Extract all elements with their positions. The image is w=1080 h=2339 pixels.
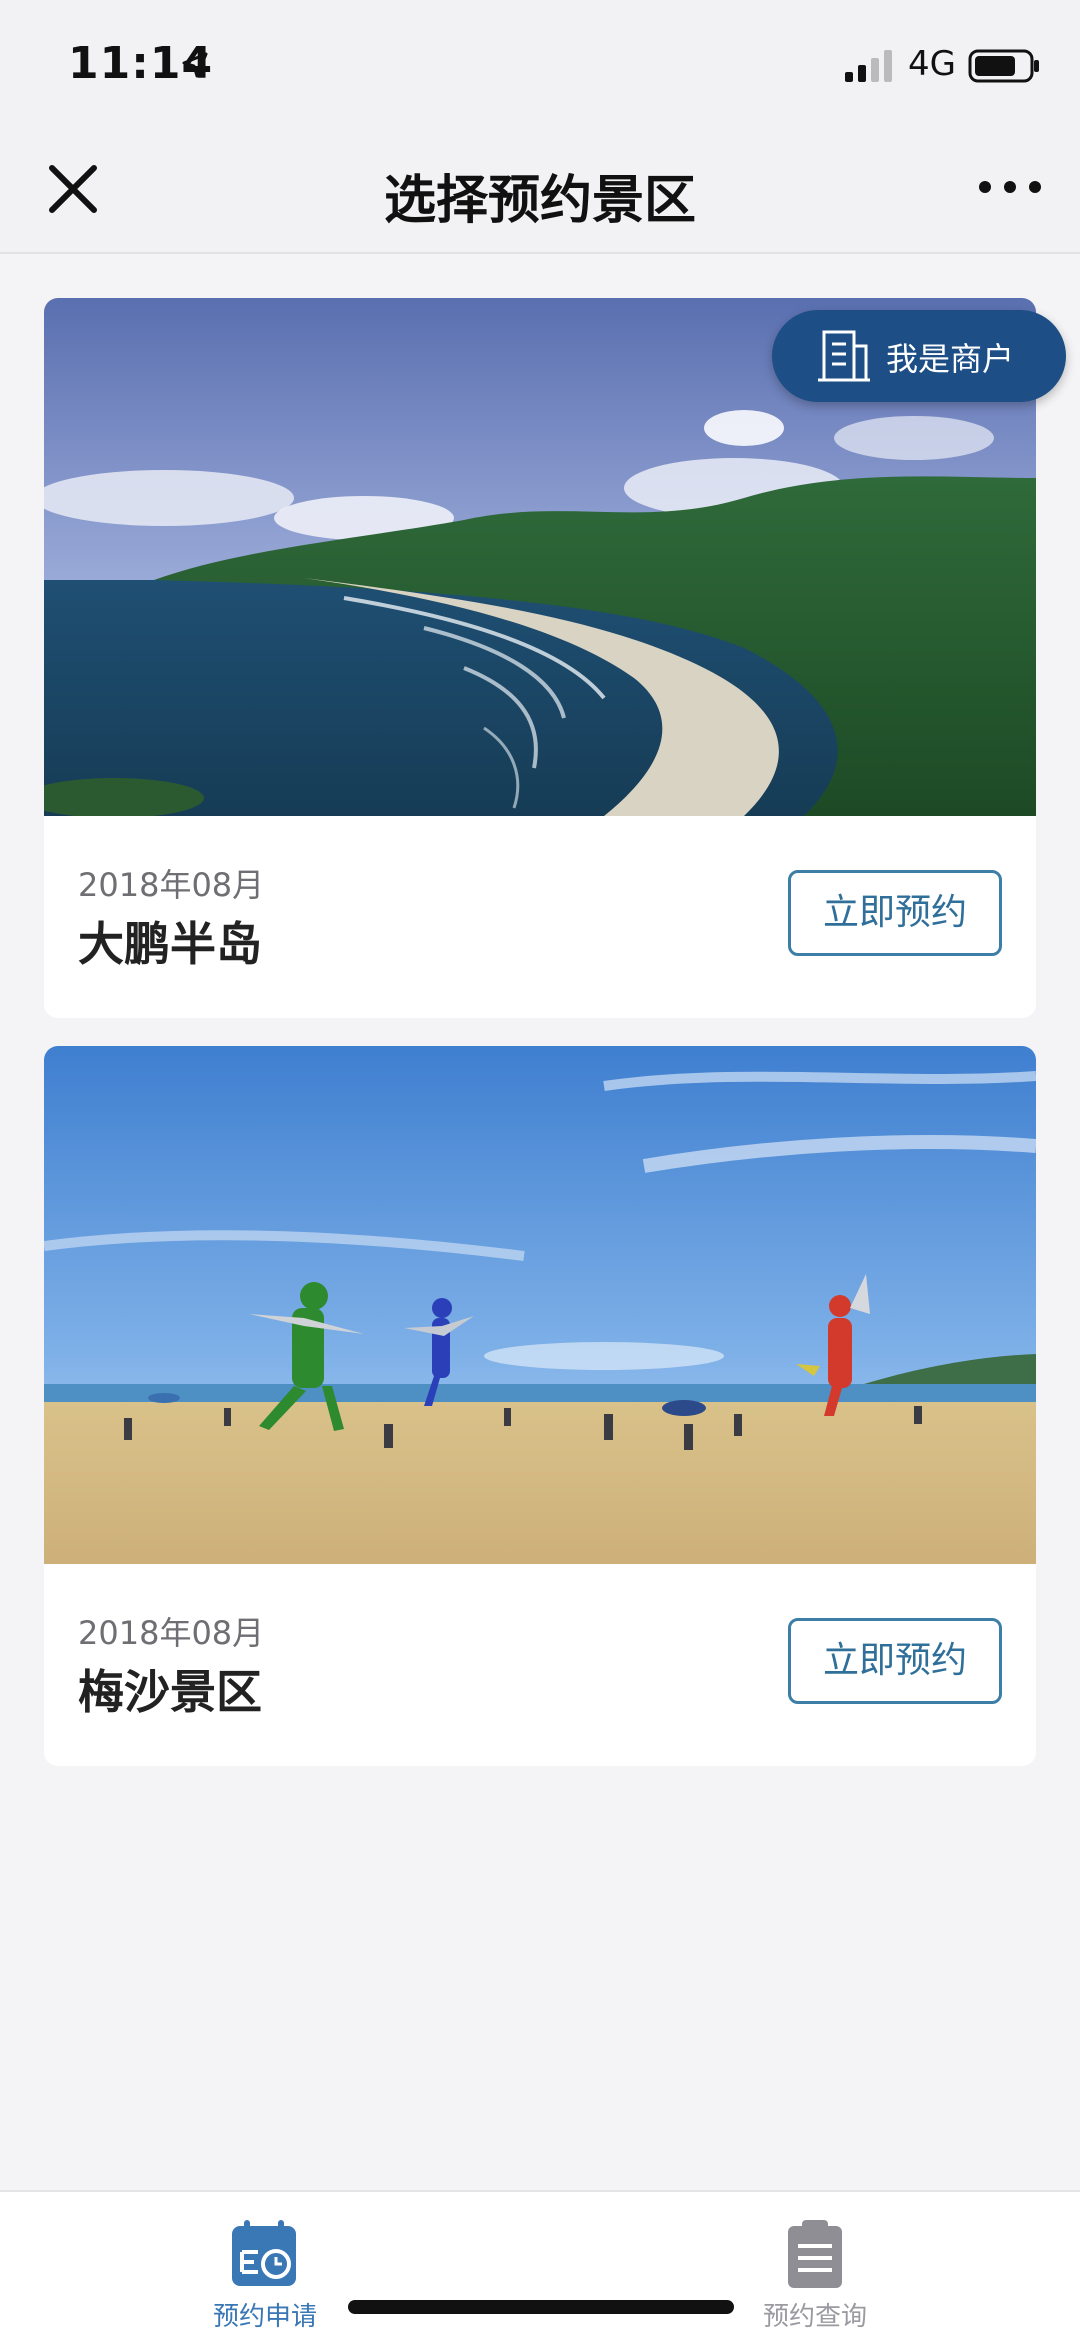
clipboard-icon xyxy=(788,2220,842,2288)
beach-sculptures-photo xyxy=(44,1046,1036,1564)
battery-icon xyxy=(968,49,1039,83)
reserve-button[interactable]: 立即预约 xyxy=(788,870,1002,956)
reserve-button[interactable]: 立即预约 xyxy=(788,1618,1002,1704)
status-bar: 11:14 4G xyxy=(0,0,1080,130)
scenic-spot-card[interactable]: 2018年08月 梅沙景区 立即预约 xyxy=(44,1046,1036,1766)
card-date: 2018年08月 xyxy=(78,866,265,904)
card-name: 梅沙景区 xyxy=(78,1665,262,1719)
page-title: 选择预约景区 xyxy=(383,171,696,231)
tab-reservation-apply[interactable]: 预约申请 xyxy=(145,2218,385,2338)
nav-bar: 选择预约景区 xyxy=(0,130,1080,254)
merchant-label: 我是商户 xyxy=(886,340,1015,378)
merchant-button[interactable]: 我是商户 xyxy=(772,310,1066,402)
tab-reservation-query[interactable]: 预约查询 xyxy=(695,2218,935,2338)
scenic-spot-card[interactable]: 2018年08月 大鹏半岛 立即预约 xyxy=(44,298,1036,1018)
card-date: 2018年08月 xyxy=(78,1614,265,1652)
more-icon[interactable] xyxy=(975,172,1045,202)
tab-bar: 预约申请 预约查询 xyxy=(0,2190,1080,2339)
building-icon xyxy=(818,330,870,382)
signal-icon xyxy=(845,50,892,82)
network-label: 4G xyxy=(908,44,956,84)
card-name: 大鹏半岛 xyxy=(78,917,262,971)
calendar-clock-icon xyxy=(232,2220,296,2286)
home-indicator xyxy=(348,2300,734,2314)
location-arrow-icon xyxy=(182,52,208,78)
